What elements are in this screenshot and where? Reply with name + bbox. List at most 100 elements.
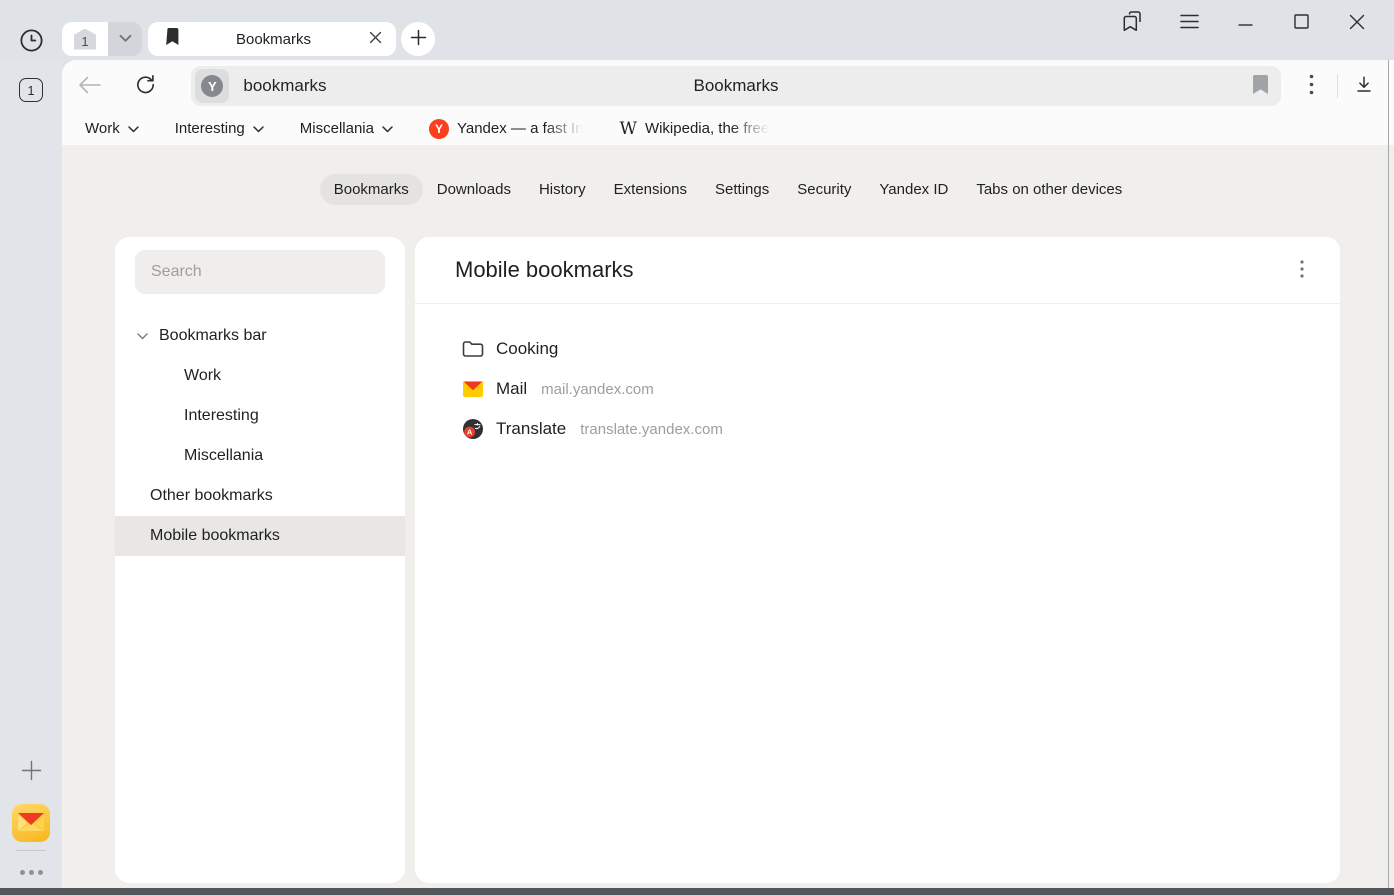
- bookmark-folder-label: Interesting: [175, 120, 245, 137]
- rail-more-button[interactable]: [13, 866, 49, 878]
- yandex-gray-favicon: Y: [201, 75, 223, 97]
- bookmarks-bar: Work Interesting Miscellania Y Yandex — …: [62, 112, 1394, 145]
- close-icon: [1349, 14, 1365, 33]
- tree-item-mobile-bookmarks[interactable]: Mobile bookmarks: [115, 516, 405, 556]
- window-right-edge: [1388, 60, 1389, 888]
- bookmark-link-label: Yandex — a fast In: [457, 120, 583, 137]
- list-item-mail[interactable]: Mail mail.yandex.com: [415, 369, 1340, 409]
- tree-item-miscellania[interactable]: Miscellania: [115, 436, 405, 476]
- history-clock-button[interactable]: [17, 28, 45, 56]
- window-minimize-button[interactable]: [1235, 14, 1255, 32]
- bookmark-filled-icon: [1252, 74, 1269, 98]
- tab-title: Bookmarks: [180, 31, 367, 48]
- tab-bookmarks[interactable]: Bookmarks: [320, 174, 423, 205]
- yandex-favicon: Y: [429, 119, 449, 139]
- folder-view-title: Mobile bookmarks: [455, 257, 634, 283]
- page-tabs: Bookmarks Downloads History Extensions S…: [62, 174, 1394, 205]
- chevron-down-icon: [119, 30, 132, 48]
- download-icon: [1353, 74, 1375, 99]
- stacked-bookmarks-icon: [1122, 10, 1144, 36]
- tab-strip: 1 Bookmarks: [0, 0, 1394, 60]
- browser-window: 1 Bookmarks: [0, 0, 1394, 895]
- workspace-badge[interactable]: 1: [19, 78, 43, 102]
- browser-chrome: Y bookmarks Bookmarks: [62, 60, 1394, 145]
- tree-item-bookmarks-bar[interactable]: Bookmarks bar: [115, 316, 405, 356]
- window-close-button[interactable]: [1347, 14, 1367, 33]
- tree-item-other-bookmarks[interactable]: Other bookmarks: [115, 476, 405, 516]
- bookmarks-bar-folder-interesting[interactable]: Interesting: [175, 120, 264, 137]
- tab-group-button[interactable]: 1: [62, 22, 108, 56]
- browser-menu-button[interactable]: [1179, 14, 1199, 32]
- downloads-button[interactable]: [1348, 70, 1380, 102]
- bookmark-list: Cooking Mail mail.yandex.com A Translate…: [415, 304, 1340, 449]
- bookmarks-tree-panel: Bookmarks bar Work Interesting Miscellan…: [115, 237, 405, 883]
- folder-view-panel: Mobile bookmarks Cooking: [415, 237, 1340, 883]
- tree-item-label: Interesting: [184, 407, 259, 425]
- chevron-down-icon: [137, 333, 150, 340]
- chevron-down-icon: [382, 120, 393, 137]
- folder-icon: [462, 340, 484, 358]
- search-input[interactable]: [135, 250, 385, 294]
- bookmark-folder-label: Work: [85, 120, 120, 137]
- tab-security[interactable]: Security: [783, 174, 865, 205]
- yandex-translate-favicon: A: [462, 419, 484, 439]
- yandex-mail-app-button[interactable]: [12, 804, 50, 842]
- close-icon: [369, 31, 382, 47]
- bookmarks-bar-folder-miscellania[interactable]: Miscellania: [300, 120, 393, 137]
- kebab-menu-icon: [1300, 260, 1304, 281]
- yandex-mail-icon: [16, 810, 46, 837]
- window-controls: [1105, 6, 1385, 40]
- kebab-menu-icon: [1309, 74, 1314, 98]
- tab-group-chip: 1: [62, 22, 142, 56]
- list-item-cooking[interactable]: Cooking: [415, 329, 1340, 369]
- tree-item-work[interactable]: Work: [115, 356, 405, 396]
- bookmark-name: Mail: [496, 379, 527, 399]
- wikipedia-favicon: W: [619, 119, 636, 139]
- tab-history[interactable]: History: [525, 174, 600, 205]
- bookmarks-bar-link-wikipedia[interactable]: W Wikipedia, the free: [619, 119, 769, 139]
- toolbar-divider: [1337, 74, 1338, 98]
- bookmarks-tree: Bookmarks bar Work Interesting Miscellan…: [115, 316, 405, 556]
- bookmark-icon: [164, 27, 180, 51]
- bookmarks-panel-button[interactable]: [1123, 10, 1143, 36]
- address-bar[interactable]: Y bookmarks Bookmarks: [191, 66, 1280, 106]
- tree-item-label: Mobile bookmarks: [150, 527, 280, 545]
- back-arrow-icon: [78, 76, 102, 97]
- tab-group-expand-button[interactable]: [108, 22, 142, 56]
- page-actions-menu-button[interactable]: [1296, 70, 1328, 102]
- tab-extensions[interactable]: Extensions: [600, 174, 701, 205]
- browser-tab-bookmarks[interactable]: Bookmarks: [148, 22, 396, 56]
- chevron-down-icon: [253, 120, 264, 137]
- new-tab-button[interactable]: [401, 22, 435, 56]
- tab-count-badge: 1: [74, 29, 96, 50]
- reload-button[interactable]: [130, 70, 162, 102]
- tree-item-label: Other bookmarks: [150, 487, 273, 505]
- back-button[interactable]: [74, 70, 106, 102]
- reload-icon: [134, 73, 157, 99]
- tab-settings[interactable]: Settings: [701, 174, 783, 205]
- minimize-icon: [1238, 14, 1253, 32]
- window-maximize-button[interactable]: [1291, 14, 1311, 32]
- tree-item-interesting[interactable]: Interesting: [115, 396, 405, 436]
- address-bar-page-title: Bookmarks: [191, 76, 1280, 96]
- add-bookmark-button[interactable]: [1252, 74, 1269, 98]
- site-favicon-chip: Y: [195, 69, 229, 103]
- folder-options-button[interactable]: [1294, 254, 1310, 287]
- tab-close-button[interactable]: [367, 29, 384, 49]
- tab-other-devices[interactable]: Tabs on other devices: [962, 174, 1136, 205]
- hamburger-menu-icon: [1180, 14, 1199, 32]
- ellipsis-icon: [20, 870, 43, 875]
- list-item-translate[interactable]: A Translate translate.yandex.com: [415, 409, 1340, 449]
- url-text: bookmarks: [243, 76, 326, 96]
- bookmarks-bar-link-yandex[interactable]: Y Yandex — a fast In: [429, 119, 583, 139]
- yandex-mail-favicon: [462, 381, 484, 397]
- bookmark-url: translate.yandex.com: [580, 421, 723, 438]
- bookmarks-bar-folder-work[interactable]: Work: [85, 120, 139, 137]
- tab-downloads[interactable]: Downloads: [423, 174, 525, 205]
- page-content: Bookmarks Downloads History Extensions S…: [62, 145, 1394, 888]
- tab-yandex-id[interactable]: Yandex ID: [865, 174, 962, 205]
- svg-text:A: A: [467, 428, 473, 437]
- rail-add-button[interactable]: [20, 761, 42, 783]
- chevron-down-icon: [128, 120, 139, 137]
- bookmark-url: mail.yandex.com: [541, 381, 654, 398]
